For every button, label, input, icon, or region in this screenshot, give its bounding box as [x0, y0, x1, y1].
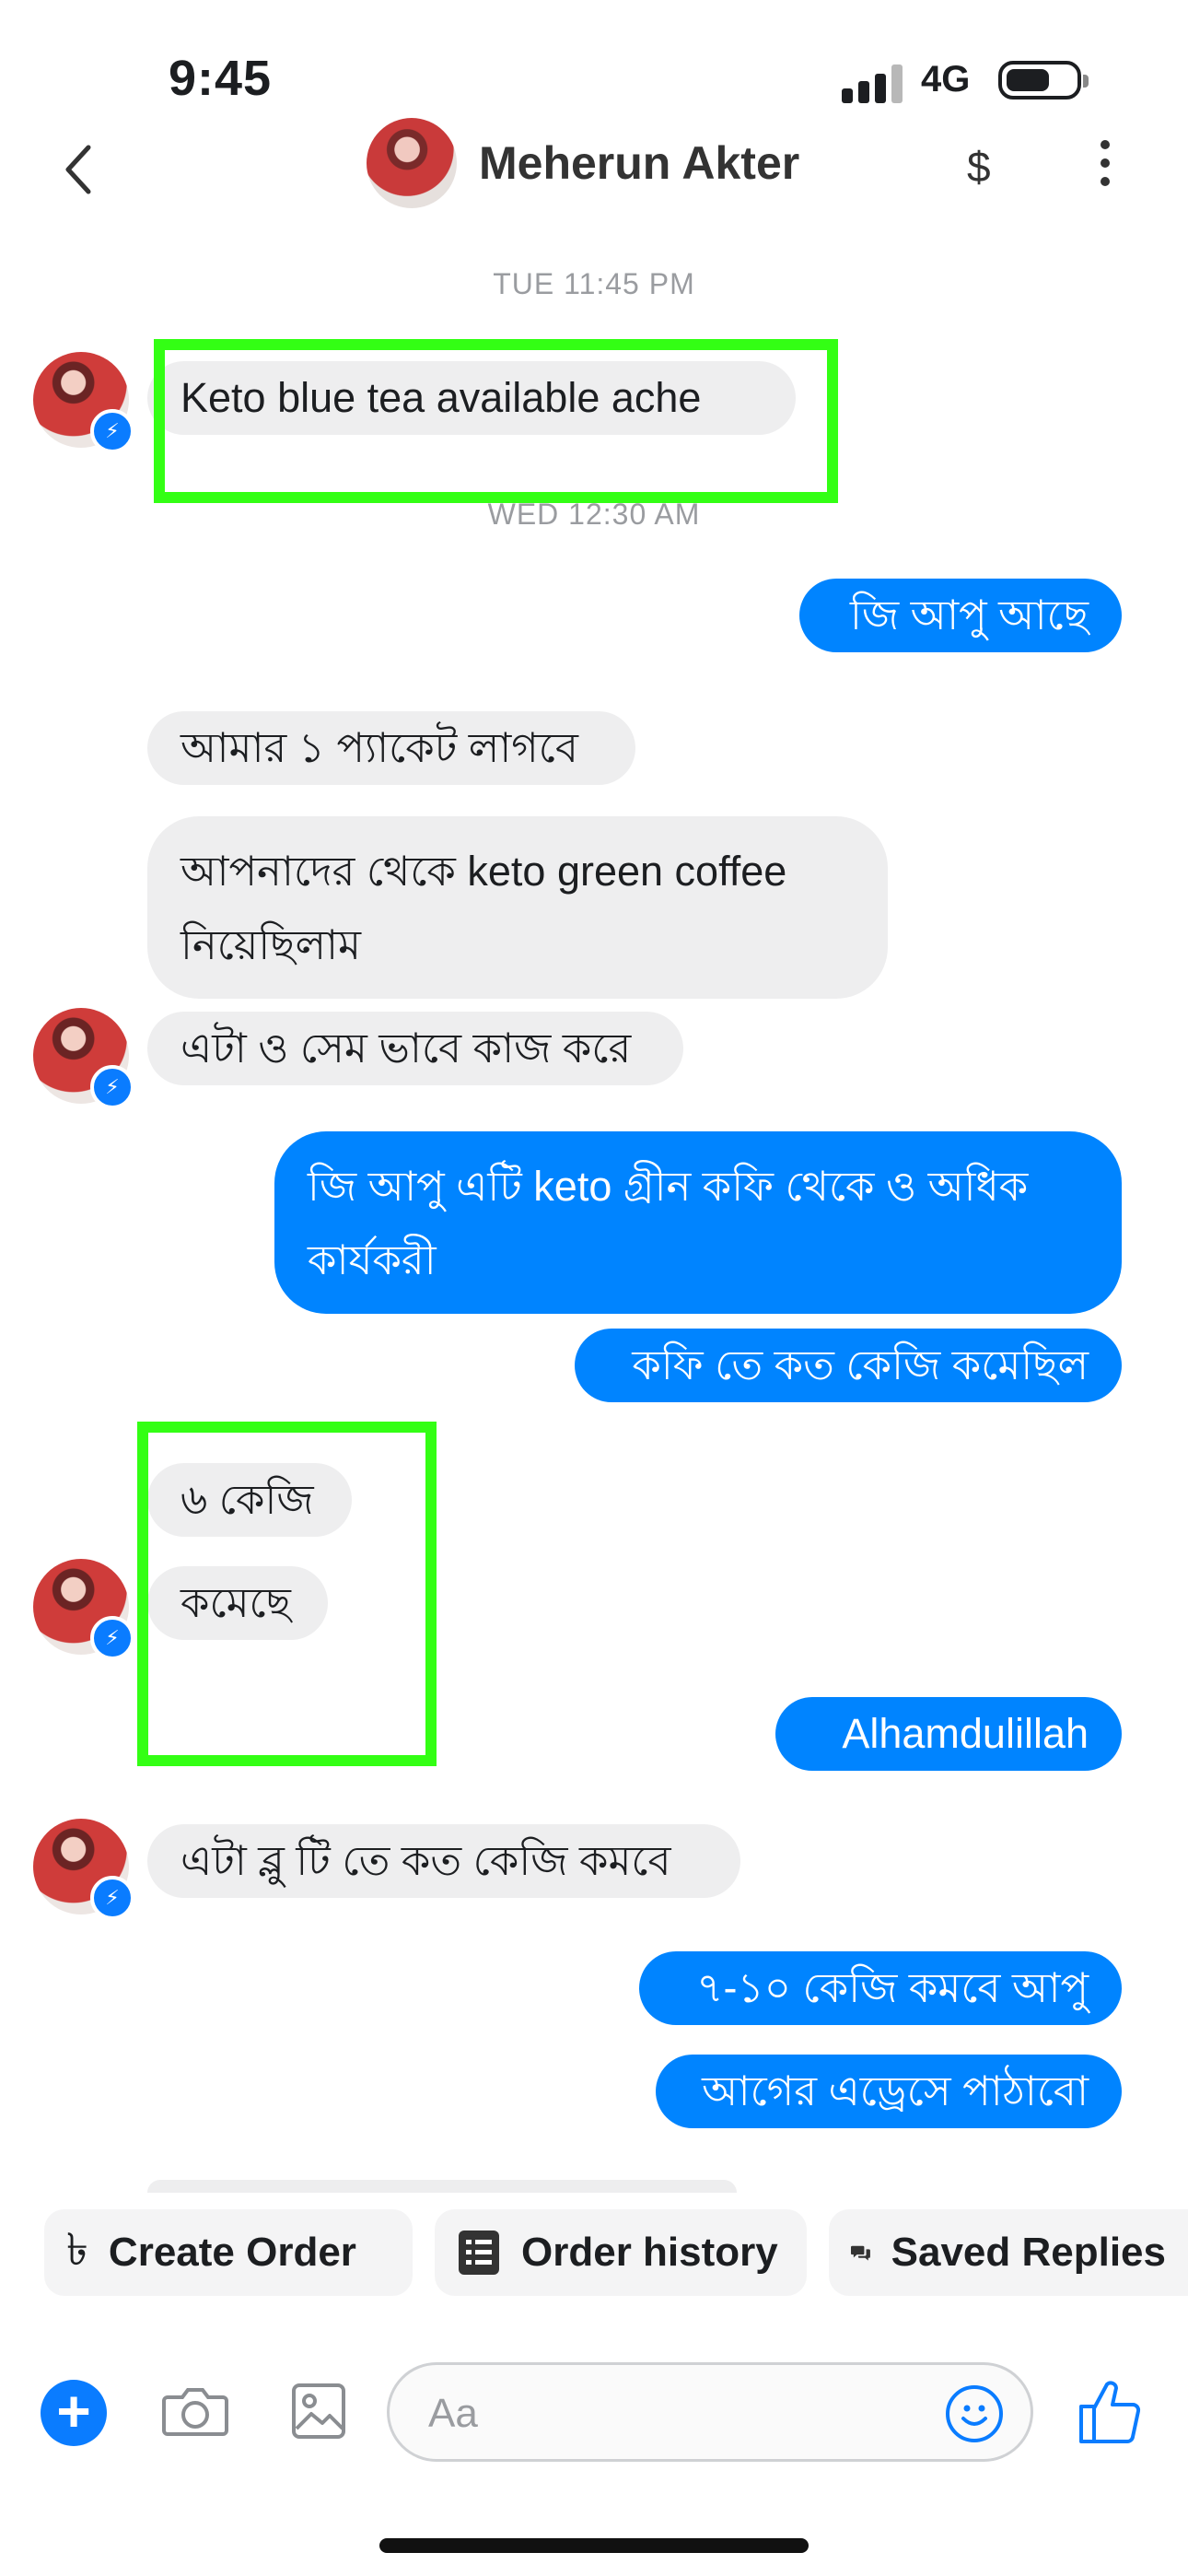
sender-avatar[interactable]: ⚡: [33, 1008, 134, 1109]
create-order-button[interactable]: ৳ Create Order: [44, 2209, 413, 2296]
message-input-box[interactable]: [387, 2362, 1033, 2462]
saved-replies-button[interactable]: Saved Replies: [829, 2209, 1188, 2296]
outgoing-message[interactable]: আগের এড্রেসে পাঠাবো: [656, 2055, 1122, 2128]
timestamp: TUE 11:45 PM: [493, 267, 695, 300]
thumbs-up-icon[interactable]: [1077, 2377, 1142, 2445]
incoming-message[interactable]: আমার ১ প্যাকেট লাগবে: [147, 711, 635, 785]
gallery-icon[interactable]: [291, 2383, 346, 2440]
network-label: 4G: [921, 59, 971, 100]
incoming-message[interactable]: এটা ও সেম ভাবে কাজ করে: [147, 1012, 683, 1085]
incoming-message[interactable]: আপনাদের থেকে keto green coffee নিয়েছিলা…: [147, 816, 888, 999]
messenger-badge-icon: ⚡: [90, 409, 134, 453]
incoming-message-partial: [147, 2180, 737, 2193]
payment-dollar-icon[interactable]: $: [967, 142, 991, 192]
sender-avatar[interactable]: ⚡: [33, 352, 134, 453]
add-attachment-button[interactable]: +: [41, 2380, 107, 2446]
camera-icon[interactable]: [162, 2384, 228, 2438]
order-history-button[interactable]: Order history: [435, 2209, 807, 2296]
outgoing-message[interactable]: কফি তে কত কেজি কমেছিল: [575, 1329, 1122, 1402]
emoji-icon[interactable]: [946, 2385, 1003, 2442]
sender-avatar[interactable]: ⚡: [33, 1559, 134, 1660]
contact-name[interactable]: Meherun Akter: [479, 136, 799, 190]
home-indicator[interactable]: [379, 2538, 809, 2553]
chat-bubbles-icon: [851, 2245, 870, 2261]
back-chevron-icon[interactable]: [61, 142, 98, 197]
list-icon: [459, 2231, 499, 2275]
outgoing-message[interactable]: জি আপু আছে: [799, 579, 1122, 652]
contact-avatar[interactable]: [367, 118, 457, 208]
incoming-message[interactable]: এটা ব্লু টি তে কত কেজি কমবে: [147, 1824, 740, 1898]
status-time: 9:45: [169, 51, 273, 106]
messenger-badge-icon: ⚡: [90, 1616, 134, 1660]
sender-avatar[interactable]: ⚡: [33, 1819, 134, 1920]
timestamp: WED 12:30 AM: [487, 498, 701, 531]
messenger-badge-icon: ⚡: [90, 1876, 134, 1920]
outgoing-message[interactable]: জি আপু এটি keto গ্রীন কফি থেকে ও অধিক কা…: [274, 1131, 1122, 1314]
signal-icon: [842, 64, 903, 103]
more-options-icon[interactable]: [1096, 140, 1114, 195]
outgoing-message[interactable]: Alhamdulillah: [775, 1697, 1122, 1771]
highlight-box: [154, 339, 838, 503]
message-input[interactable]: [426, 2385, 946, 2442]
highlight-box: [137, 1422, 437, 1766]
outgoing-message[interactable]: ৭-১০ কেজি কমবে আপু: [639, 1951, 1122, 2025]
messenger-badge-icon: ⚡: [90, 1065, 134, 1109]
battery-icon: [998, 61, 1089, 100]
taka-icon: ৳: [66, 2225, 88, 2275]
